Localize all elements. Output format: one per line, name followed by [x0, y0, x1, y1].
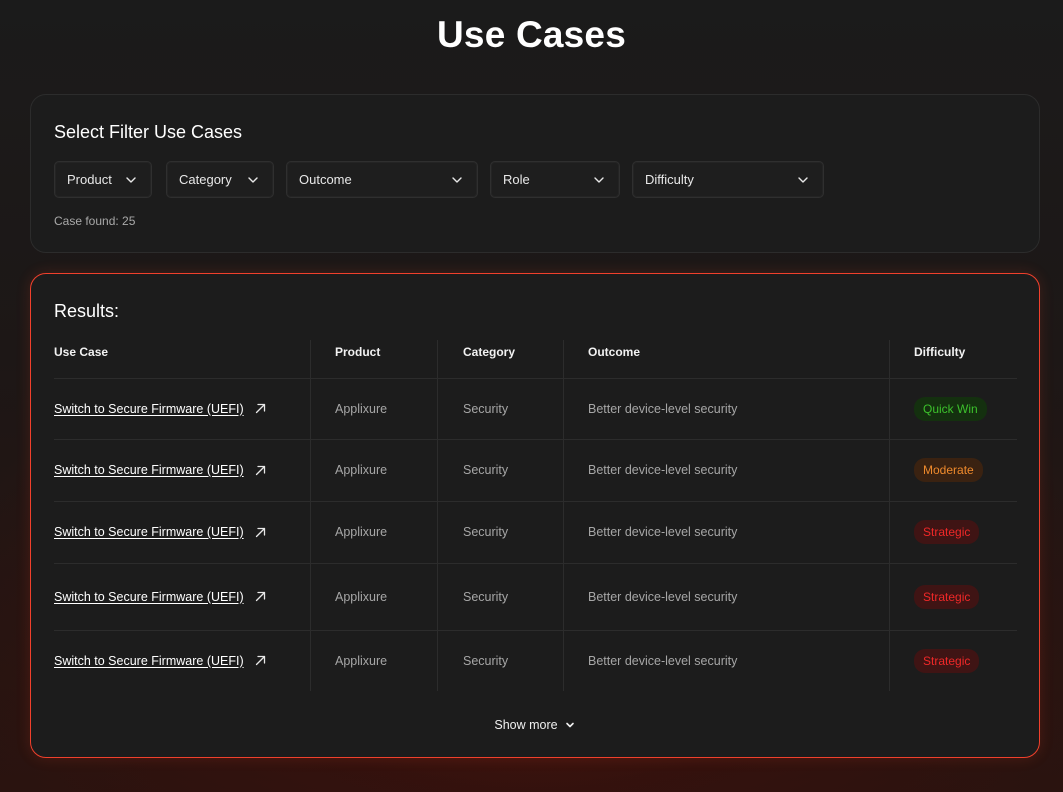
arrow-up-right-icon[interactable] [254, 590, 267, 603]
chevron-down-icon [452, 176, 462, 183]
column-header-use-case: Use Case [54, 345, 109, 359]
results-title: Results: [54, 301, 120, 321]
arrow-up-right-icon[interactable] [254, 654, 267, 667]
use-case-link[interactable]: Switch to Secure Firmware (UEFI) [54, 654, 244, 668]
chevron-down-icon [126, 176, 136, 183]
difficulty-dropdown-label: Difficulty [645, 172, 694, 187]
column-header-outcome: Outcome [588, 345, 641, 359]
column-header-category: Category [463, 345, 516, 359]
outcome-cell: Better device-level security [588, 653, 738, 668]
category-dropdown[interactable]: Category [166, 161, 274, 198]
arrow-up-right-icon[interactable] [254, 402, 267, 415]
use-case-cell: Switch to Secure Firmware (UEFI) [54, 439, 267, 501]
chevron-down-icon [594, 176, 604, 183]
table-row: Switch to Secure Firmware (UEFI) Applixu… [54, 501, 1017, 563]
category-cell: Security [463, 463, 509, 477]
role-dropdown-label: Role [503, 172, 530, 187]
results-panel: Results: Use Case Product Category Outco… [30, 273, 1040, 758]
category-cell: Security [463, 401, 509, 416]
difficulty-badge: Moderate [914, 458, 983, 482]
chevron-down-icon [248, 176, 258, 183]
page-title: Use Cases [437, 14, 626, 55]
outcome-cell: Better device-level security [588, 589, 738, 604]
outcome-cell: Better device-level security [588, 463, 738, 477]
outcome-dropdown[interactable]: Outcome [286, 161, 478, 198]
use-case-link[interactable]: Switch to Secure Firmware (UEFI) [54, 525, 244, 539]
product-cell: Applixure [335, 653, 388, 668]
outcome-cell: Better device-level security [588, 401, 738, 416]
difficulty-badge: Strategic [914, 648, 980, 673]
table-row: Switch to Secure Firmware (UEFI) Applixu… [54, 630, 1017, 691]
category-dropdown-label: Category [179, 172, 232, 187]
product-cell: Applixure [335, 525, 388, 539]
difficulty-cell: Moderate [914, 439, 983, 501]
difficulty-cell: Quick Win [914, 378, 987, 439]
product-dropdown-label: Product [67, 172, 112, 187]
difficulty-cell: Strategic [914, 501, 980, 563]
show-more-label: Show more [494, 718, 558, 732]
use-case-cell: Switch to Secure Firmware (UEFI) [54, 501, 267, 563]
filter-panel: Select Filter Use Cases Product Category… [30, 94, 1040, 253]
table-row: Switch to Secure Firmware (UEFI) Applixu… [54, 378, 1017, 439]
product-dropdown[interactable]: Product [54, 161, 152, 198]
chevron-down-icon [565, 722, 574, 728]
arrow-up-right-icon[interactable] [254, 526, 267, 539]
use-case-link[interactable]: Switch to Secure Firmware (UEFI) [54, 402, 244, 416]
arrow-up-right-icon[interactable] [254, 464, 267, 477]
outcome-dropdown-label: Outcome [299, 172, 352, 187]
column-header-product: Product [335, 345, 381, 359]
category-cell: Security [463, 525, 509, 539]
use-case-link[interactable]: Switch to Secure Firmware (UEFI) [54, 463, 244, 477]
difficulty-cell: Strategic [914, 630, 980, 691]
table-row: Switch to Secure Firmware (UEFI) Applixu… [54, 439, 1017, 501]
difficulty-dropdown[interactable]: Difficulty [632, 161, 824, 198]
column-header-difficulty: Difficulty [914, 345, 966, 359]
table-row: Switch to Secure Firmware (UEFI) Applixu… [54, 563, 1017, 630]
outcome-cell: Better device-level security [588, 525, 738, 539]
product-cell: Applixure [335, 401, 388, 416]
difficulty-badge: Strategic [914, 584, 980, 609]
role-dropdown[interactable]: Role [490, 161, 620, 198]
case-found-count: Case found: 25 [54, 214, 136, 228]
filter-title: Select Filter Use Cases [54, 122, 243, 142]
category-cell: Security [463, 653, 509, 668]
difficulty-badge: Quick Win [914, 396, 987, 421]
use-case-cell: Switch to Secure Firmware (UEFI) [54, 563, 267, 630]
show-more-button[interactable]: Show more [31, 718, 1039, 732]
product-cell: Applixure [335, 589, 388, 604]
use-case-cell: Switch to Secure Firmware (UEFI) [54, 378, 267, 439]
use-case-link[interactable]: Switch to Secure Firmware (UEFI) [54, 590, 244, 604]
product-cell: Applixure [335, 463, 388, 477]
category-cell: Security [463, 589, 509, 604]
chevron-down-icon [798, 176, 808, 183]
difficulty-badge: Strategic [914, 520, 980, 544]
use-case-cell: Switch to Secure Firmware (UEFI) [54, 630, 267, 691]
difficulty-cell: Strategic [914, 563, 980, 630]
